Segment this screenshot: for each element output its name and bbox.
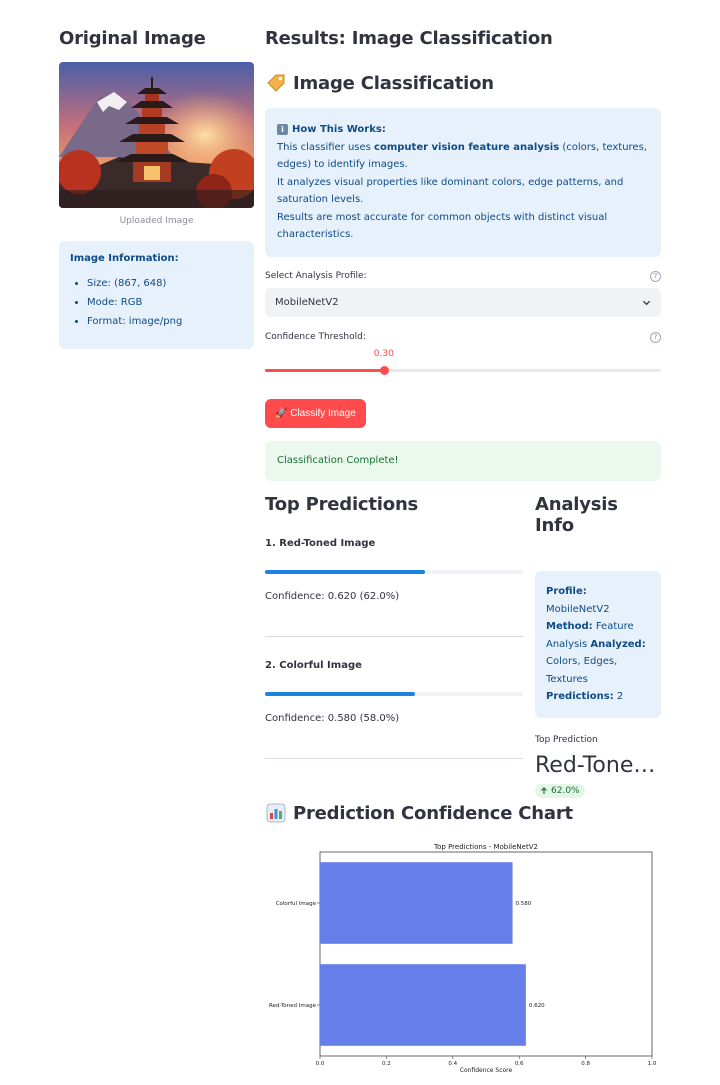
help-icon[interactable]: ? [650, 270, 661, 282]
how-it-works-heading-text: How This Works: [292, 124, 386, 135]
top-prediction-metric-label: Top Prediction [535, 734, 598, 745]
prediction-name: 1. Red-Toned Image [265, 538, 376, 549]
how-it-works-box: i How This Works: This classifier uses c… [265, 108, 661, 257]
how-it-works-heading: i How This Works: [277, 121, 649, 139]
arrow-up-icon [541, 786, 547, 794]
how-line1-pre: This classifier uses [277, 141, 375, 153]
profile-select-value: MobileNetV2 [275, 296, 339, 308]
prediction-name: 2. Colorful Image [265, 660, 362, 671]
divider [265, 636, 523, 637]
profile-value: MobileNetV2 [546, 603, 610, 615]
chart-bar [320, 964, 526, 1046]
how-it-works-line-2: It analyzes visual properties like domin… [277, 176, 624, 206]
uploaded-image [59, 62, 254, 208]
how-it-works-line-1: This classifier uses computer vision fea… [277, 139, 649, 174]
top-prediction-metric-value: Red-Toned Image [535, 752, 661, 778]
analysis-info-column: Analysis Info Profile: MobileNetV2 Metho… [535, 494, 661, 799]
predictions-value: 2 [613, 691, 624, 702]
x-tick-label: 1.0 [648, 1061, 657, 1067]
slider-fill [265, 368, 384, 372]
classification-heading-text: Image Classification [293, 72, 494, 94]
profile-key: Profile: [546, 586, 587, 597]
analysis-info-box: Profile: MobileNetV2 Method: Feature Ana… [535, 571, 661, 718]
analyzed-key: Analyzed: [590, 638, 646, 650]
x-tick-label: 0.2 [382, 1061, 391, 1067]
bar-chart-icon [266, 803, 286, 823]
image-information-box: Image Information: Size: (867, 648) Mode… [59, 241, 254, 349]
threshold-label-text: Confidence Threshold: [265, 332, 366, 342]
original-image-title: Original Image [59, 28, 206, 49]
chart-svg: Top Predictions - MobileNetV2 0.0 0.2 0.4 0.… [269, 843, 657, 1074]
slider-thumb[interactable] [379, 365, 389, 375]
right-column: Results: Image Classification Image Clas… [265, 28, 661, 481]
metric-delta-badge: 62.0% [535, 783, 585, 798]
confidence-threshold-slider[interactable]: 0.30 [265, 345, 661, 375]
chart-section-title-text: Prediction Confidence Chart [293, 802, 573, 824]
label-tag-icon [267, 74, 285, 92]
predictions-key: Predictions: [546, 691, 614, 702]
help-icon[interactable]: ? [650, 331, 661, 343]
prediction-item: 2. Colorful Image Confidence: 0.580 (58.… [265, 660, 523, 759]
x-tick-label: 0.0 [316, 1061, 325, 1067]
image-information-heading: Image Information: [70, 253, 179, 264]
progress-bar-fill [265, 692, 415, 696]
threshold-label: Confidence Threshold: ? [265, 331, 661, 343]
progress-bar [265, 570, 523, 574]
list-item: Mode: RGB [87, 297, 243, 308]
left-column: Original Image Uploaded Image Image Info… [59, 28, 254, 349]
chart-title: Top Predictions - MobileNetV2 [433, 843, 538, 851]
x-tick-label: 0.8 [581, 1061, 590, 1067]
list-item: Format: image/png [87, 316, 243, 327]
how-line1-bold: computer vision feature analysis [374, 141, 560, 153]
prediction-confidence: Confidence: 0.580 (58.0%) [265, 713, 400, 724]
classification-heading: Image Classification [265, 72, 661, 94]
prediction-confidence: Confidence: 0.620 (62.0%) [265, 591, 400, 602]
how-it-works-line-3: Results are most accurate for common obj… [277, 211, 608, 241]
results-title: Results: Image Classification [265, 28, 553, 49]
info-icon: i [277, 124, 288, 136]
chart-section-title: Prediction Confidence Chart [265, 802, 573, 824]
slider-value: 0.30 [373, 348, 394, 359]
top-predictions-title: Top Predictions [265, 494, 419, 515]
prediction-item: 1. Red-Toned Image Confidence: 0.620 (62… [265, 538, 523, 637]
method-key: Method: [546, 621, 593, 632]
analyzed-value: Colors, Edges, Textures [546, 656, 618, 685]
x-tick-label: 0.4 [448, 1061, 457, 1067]
progress-bar [265, 692, 523, 696]
list-item: Size: (867, 648) [87, 278, 243, 289]
y-tick-label: Red-Toned Image [269, 1003, 317, 1009]
progress-bar-fill [265, 570, 425, 574]
divider [265, 758, 523, 759]
prediction-confidence-chart: Top Predictions - MobileNetV2 0.0 0.2 0.4 0.… [265, 838, 661, 1074]
image-information-list: Size: (867, 648) Mode: RGB Format: image… [70, 278, 243, 327]
image-caption: Uploaded Image [119, 216, 194, 226]
x-tick-label: 0.6 [515, 1061, 524, 1067]
analysis-profile-select[interactable]: MobileNetV2 [265, 287, 661, 317]
profile-label-text: Select Analysis Profile: [265, 271, 367, 281]
profile-label: Select Analysis Profile: ? [265, 270, 661, 282]
bar-value-label: 0.580 [516, 901, 532, 907]
bar-value-label: 0.620 [529, 1003, 545, 1009]
classify-image-button[interactable]: 🚀 Classify Image [265, 398, 366, 428]
chart-bar [320, 862, 513, 944]
top-predictions-column: Top Predictions 1. Red-Toned Image Confi… [265, 494, 523, 759]
success-alert: Classification Complete! [265, 440, 661, 481]
x-axis-label: Confidence Score [460, 1067, 513, 1073]
chevron-down-icon [642, 300, 651, 305]
metric-delta-value: 62.0% [551, 785, 580, 796]
y-tick-label: Colorful Image [276, 901, 317, 907]
analysis-info-title: Analysis Info [535, 494, 618, 536]
